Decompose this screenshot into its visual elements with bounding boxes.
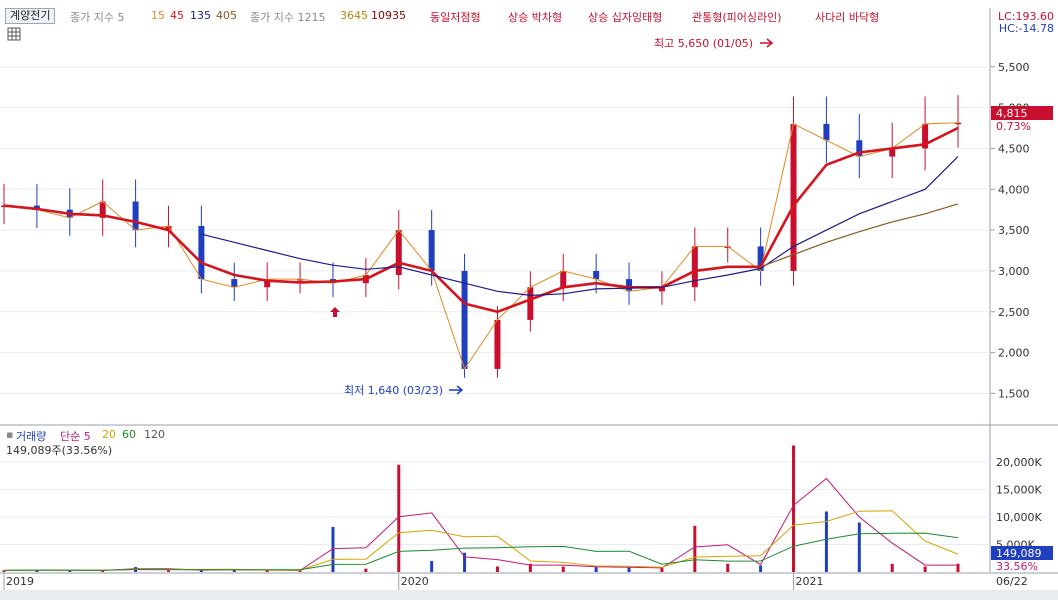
volume-square-icon: ▪ [6, 428, 14, 441]
volume-bar [495, 566, 499, 572]
price-tick-label: 3,000 [998, 265, 1030, 278]
candle-body [494, 319, 501, 369]
x-tick-label: 2019 [6, 575, 34, 588]
low-arrow-icon [449, 385, 464, 395]
volume-tick-label: 20,000K [996, 456, 1042, 469]
volume-grid: 5,000K10,000K15,000K20,000K [0, 456, 1042, 552]
candle-body [823, 123, 830, 141]
candle-body [527, 287, 534, 320]
x-tick-label: 2020 [401, 575, 429, 588]
volume-bar [693, 525, 697, 572]
price-tick-label: 1,500 [998, 387, 1030, 400]
volume-ma-line [3, 477, 958, 571]
low-annotation: 최저 1,640 (03/23) [344, 384, 443, 397]
volume-ma-20: 20 [102, 428, 116, 441]
volume-bar [364, 568, 368, 572]
candle-body [395, 230, 402, 275]
volume-bar [923, 566, 927, 572]
volume-ma-line [3, 532, 959, 571]
volume-ma-120: 120 [144, 428, 165, 441]
x-end-label: 06/22 [996, 575, 1028, 588]
x-axis-labels: 2019 2020 2021 06/22 [3, 573, 1028, 590]
high-arrow-icon [760, 38, 774, 48]
volume-bars [2, 445, 960, 572]
signal-up-arrow-icon [330, 307, 340, 317]
price-tick-label: 3,500 [998, 224, 1030, 237]
candle-body [198, 226, 205, 280]
volume-bar [561, 566, 565, 572]
candle-body [132, 201, 139, 231]
volume-bar [759, 565, 763, 572]
price-candles [1, 95, 961, 378]
chart-window: 계양전기 종가 지수 5 15 45 135 405 종가 지수 1215 36… [0, 0, 1058, 600]
volume-bar [166, 570, 170, 572]
volume-tick-label: 15,000K [996, 484, 1042, 497]
grid-icon-lines [8, 28, 20, 40]
volume-bar [792, 445, 796, 572]
price-tick-label: 2,000 [998, 347, 1030, 360]
candle-body [560, 270, 567, 288]
price-tick-label: 4,500 [998, 142, 1030, 155]
change-pct: 0.73% [996, 120, 1031, 133]
price-ma-line [3, 122, 959, 371]
current-price: 4,815 [996, 107, 1028, 120]
volume-bar [726, 563, 730, 572]
candle-body [461, 270, 468, 369]
scrollbar-track[interactable] [0, 590, 1058, 600]
volume-tick-label: 10,000K [996, 511, 1042, 524]
price-ma-line [3, 126, 959, 314]
moving-average-lines [3, 122, 959, 371]
candle-body [790, 123, 797, 271]
price-grid: 1,5002,0002,5003,0003,5004,0004,5005,000… [0, 61, 1030, 400]
candle-body [593, 270, 600, 280]
volume-pct: 33.56% [996, 560, 1038, 573]
candle-body [626, 279, 633, 292]
price-tick-label: 4,000 [998, 183, 1030, 196]
candle-body [231, 279, 238, 288]
volume-bar [890, 563, 894, 572]
volume-ma-60: 60 [122, 428, 136, 441]
volume-bar [857, 522, 861, 572]
volume-bar [824, 511, 828, 572]
volume-ma-line [3, 510, 959, 571]
x-tick-label: 2021 [796, 575, 824, 588]
volume-bar [627, 567, 631, 572]
grid-icon[interactable] [7, 27, 21, 41]
high-annotation: 최고 5,650 (01/05) [654, 37, 753, 50]
price-tick-label: 5,500 [998, 61, 1030, 74]
volume-current: 149,089주(33.56%) [6, 444, 113, 457]
volume-ma-lines [3, 477, 959, 571]
volume-bar [660, 568, 664, 572]
chart-svg: 1,5002,0002,5003,0003,5004,0004,5005,000… [0, 8, 1058, 600]
volume-bar [430, 561, 434, 572]
price-tick-label: 2,500 [998, 306, 1030, 319]
candle-body [428, 230, 435, 271]
volume-bar [594, 567, 598, 572]
volume-current-value: 149,089 [996, 547, 1042, 560]
